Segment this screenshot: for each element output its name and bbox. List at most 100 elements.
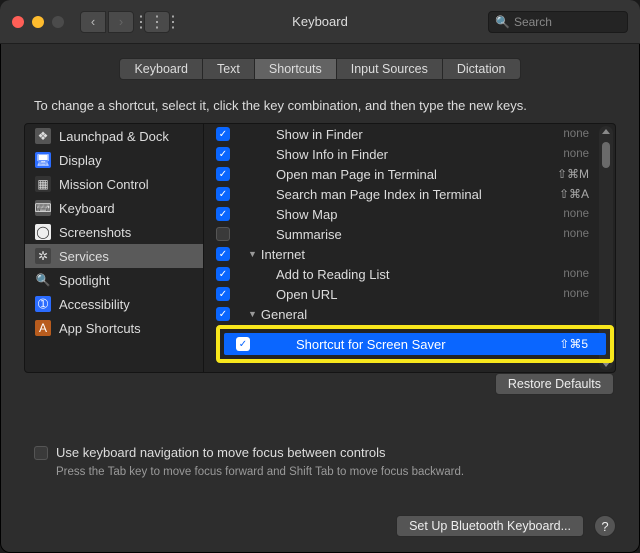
bottom-row: Set Up Bluetooth Keyboard... ? [396,515,616,537]
shortcut-keys[interactable]: none [563,148,589,160]
checkbox-icon[interactable]: ✓ [216,267,230,281]
shortcut-keys[interactable]: ⇧⌘A [559,187,589,201]
shortcut-keys[interactable]: none [563,128,589,140]
search-field[interactable]: 🔍 [488,11,628,33]
shortcut-row[interactable]: ✓ Open URLnone [204,284,615,304]
sidebar-item-label: App Shortcuts [59,321,141,336]
tab-dictation[interactable]: Dictation [442,58,521,80]
sidebar-item-label: Display [59,153,102,168]
accessibility-icon: ➀ [35,296,51,312]
sidebar-item-screenshots[interactable]: ◯ Screenshots [25,220,203,244]
shortcut-row[interactable]: ✓ Search man Page Index in Terminal⇧⌘A [204,184,615,204]
sidebar-item-label: Services [59,249,109,264]
back-button[interactable]: ‹ [80,11,106,33]
shortcut-row[interactable]: ✓ Open man Page in Terminal⇧⌘M [204,164,615,184]
sidebar-item-services[interactable]: ✲ Services [25,244,203,268]
disclosure-triangle-icon[interactable]: ▼ [248,309,257,319]
group-label: Internet [261,247,597,262]
checkbox-icon[interactable]: ✓ [216,307,230,321]
sidebar-item-keyboard[interactable]: ⌨Keyboard [25,196,203,220]
shortcut-label: Summarise [276,227,563,242]
group-label: General [261,307,597,322]
sidebar-item-label: Launchpad & Dock [59,129,169,144]
checkbox-icon[interactable]: ✓ [216,207,230,221]
display-icon: 🖥 [35,152,51,168]
tab-keyboard[interactable]: Keyboard [119,58,202,80]
sidebar-item-launchpad-dock[interactable]: ❖ Launchpad & Dock [25,124,203,148]
app-shortcuts-icon: A [35,320,51,336]
show-all-button[interactable]: ⋮⋮⋮ [144,11,170,33]
chevron-right-icon: › [119,14,123,29]
shortcut-label: Show in Finder [276,127,563,142]
chevron-left-icon: ‹ [91,14,95,29]
zoom-window[interactable] [52,16,64,28]
shortcut-keys[interactable]: none [563,288,589,300]
shortcut-group[interactable]: ✓ ▼ Internet [204,244,615,264]
shortcut-row[interactable]: ✓ Show Mapnone [204,204,615,224]
checkbox-icon[interactable]: ✓ [216,167,230,181]
search-icon: 🔍 [495,15,510,29]
sidebar-item-mission-control[interactable]: ▦Mission Control [25,172,203,196]
shortcut-keys[interactable]: ⇧⌘5 [559,337,588,351]
scrollbar-thumb[interactable] [602,142,610,168]
checkbox-icon[interactable] [34,446,48,460]
services-icon: ✲ [35,248,51,264]
sidebar-item-accessibility[interactable]: ➀Accessibility [25,292,203,316]
shortcut-label: Open URL [276,287,563,302]
checkbox-icon[interactable]: ✓ [216,187,230,201]
window-controls [12,16,64,28]
shortcut-row[interactable]: ✓ Add to Reading Listnone [204,264,615,284]
launchpad-icon: ❖ [35,128,51,144]
sidebar-item-label: Mission Control [59,177,149,192]
shortcut-keys[interactable]: none [563,208,589,220]
spotlight-icon: 🔍 [35,272,51,288]
screenshots-icon: ◯ [35,224,51,240]
checkbox-label: Use keyboard navigation to move focus be… [56,445,386,460]
shortcut-keys[interactable]: none [563,268,589,280]
shortcut-label: Add to Reading List [276,267,563,282]
disclosure-triangle-icon[interactable]: ▼ [248,249,257,259]
shortcut-keys[interactable]: ⇧⌘M [557,167,589,181]
shortcut-label: Search man Page Index in Terminal [276,187,559,202]
restore-defaults-button[interactable]: Restore Defaults [495,373,614,395]
shortcut-row[interactable]: Summarisenone [204,224,615,244]
sidebar-item-app-shortcuts[interactable]: A App Shortcuts [25,316,203,340]
instructions-text: To change a shortcut, select it, click t… [34,98,640,113]
checkbox-icon[interactable] [216,227,230,241]
shortcut-row[interactable]: ✓ Show in Findernone [204,124,615,144]
shortcut-label: Show Info in Finder [276,147,563,162]
tab-text[interactable]: Text [202,58,254,80]
bluetooth-keyboard-button[interactable]: Set Up Bluetooth Keyboard... [396,515,584,537]
help-button[interactable]: ? [594,515,616,537]
forward-button[interactable]: › [108,11,134,33]
sidebar-item-spotlight[interactable]: 🔍 Spotlight [25,268,203,292]
search-input[interactable] [514,15,621,29]
keyboard-nav-checkbox[interactable]: Use keyboard navigation to move focus be… [34,445,386,460]
shortcut-row[interactable]: ✓ Show Info in Findernone [204,144,615,164]
checkbox-icon[interactable]: ✓ [216,287,230,301]
shortcut-group[interactable]: ✓ ▼ General [204,304,615,324]
checkbox-icon[interactable]: ✓ [216,147,230,161]
tab-shortcuts[interactable]: Shortcuts [254,58,336,80]
checkbox-icon[interactable]: ✓ [216,127,230,141]
shortcut-label: Open man Page in Terminal [276,167,557,182]
checkbox-icon[interactable]: ✓ [216,247,230,261]
checkbox-icon[interactable]: ✓ [236,337,250,351]
minimize-window[interactable] [32,16,44,28]
category-sidebar[interactable]: ❖ Launchpad & Dock 🖥 Display ▦Mission Contro… [24,123,204,373]
sidebar-item-display[interactable]: 🖥 Display [25,148,203,172]
sidebar-item-label: Keyboard [59,201,115,216]
sidebar-item-label: Spotlight [59,273,110,288]
footer-hint: Press the Tab key to move focus forward … [56,466,464,478]
shortcut-keys[interactable]: none [563,228,589,240]
grid-icon: ⋮⋮⋮ [133,12,181,32]
keyboard-prefs-window: ‹ › ⋮⋮⋮ Keyboard 🔍 KeyboardTextShortcuts… [0,0,640,553]
titlebar: ‹ › ⋮⋮⋮ Keyboard 🔍 [0,0,640,44]
tab-input-sources[interactable]: Input Sources [336,58,442,80]
sidebar-item-label: Screenshots [59,225,131,240]
shortcut-label: Shortcut for Screen Saver [296,337,559,352]
close-window[interactable] [12,16,24,28]
shortcut-row-selected[interactable]: ✓ Shortcut for Screen Saver ⇧⌘5 [224,333,606,355]
highlight-annotation: ✓ Shortcut for Screen Saver ⇧⌘5 [216,325,614,363]
shortcut-label: Show Map [276,207,563,222]
